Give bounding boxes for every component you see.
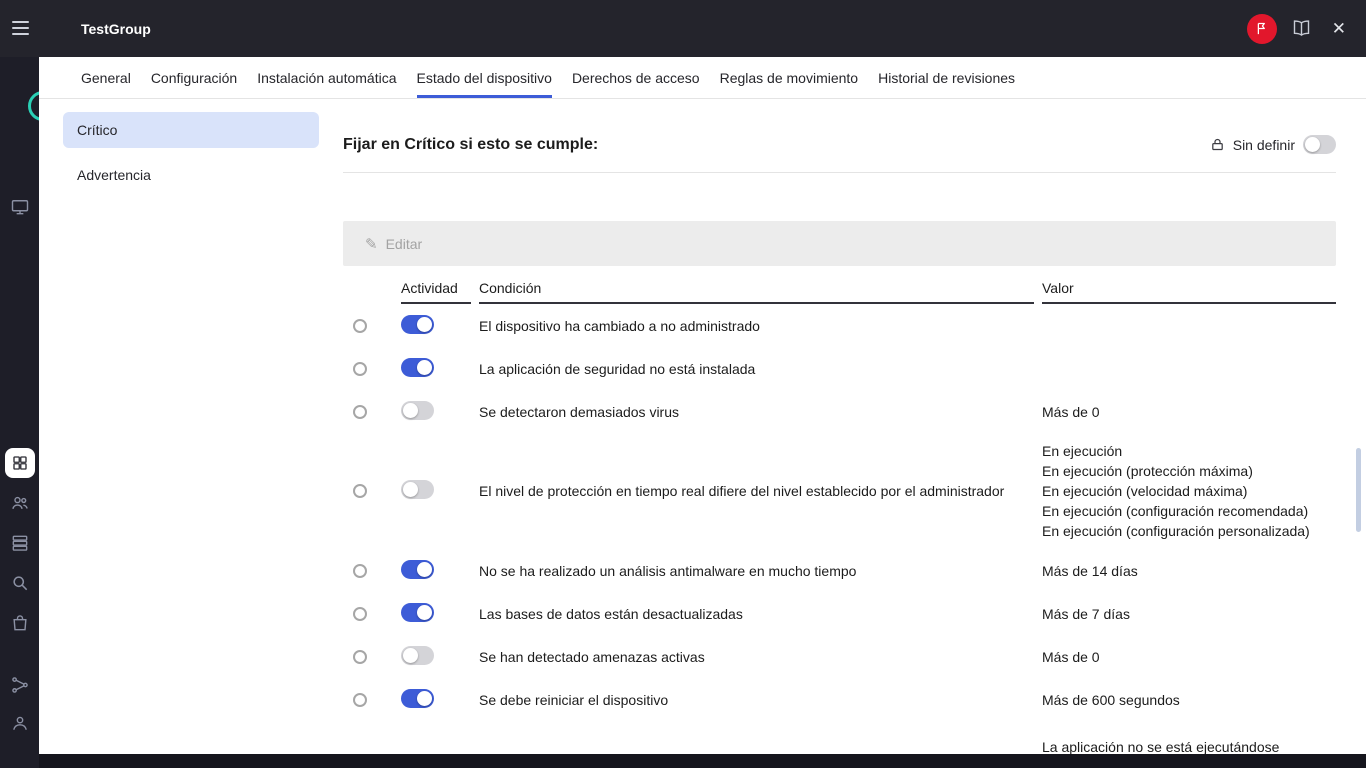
condition-text: La aplicación de seguridad no está insta… (479, 360, 756, 377)
row-radio[interactable] (353, 649, 367, 664)
scrollbar-thumb[interactable] (1356, 448, 1361, 532)
activity-toggle[interactable] (401, 480, 434, 499)
col-activity: Actividad (401, 280, 471, 304)
col-value: Valor (1042, 280, 1336, 304)
activity-toggle[interactable] (401, 400, 434, 420)
table-row: El dispositivo ha cambiado a no administ… (343, 304, 1336, 347)
condition-text: No se ha realizado un análisis antimalwa… (479, 562, 857, 579)
col-condition: Condición (479, 280, 1034, 304)
value-text: La aplicación no se está ejecutándose La… (1042, 739, 1280, 754)
users-icon[interactable] (10, 493, 30, 513)
table-row: El nivel de protección en tiempo real di… (343, 433, 1336, 549)
lock-icon (1210, 137, 1225, 152)
tab-estado-del-dispositivo[interactable]: Estado del dispositivo (416, 57, 552, 98)
row-radio[interactable] (353, 692, 367, 707)
section-heading: Fijar en Crítico si esto se cumple: (343, 135, 599, 153)
tab-historial-de-revisiones[interactable]: Historial de revisiones (878, 57, 1015, 98)
condition-text: Se debe reiniciar el dispositivo (479, 691, 669, 708)
nav-rail (0, 57, 39, 768)
documentation-icon[interactable] (1291, 18, 1312, 39)
table-row: Se detectaron demasiados virus Más de 0 (343, 390, 1336, 433)
table-row: Las bases de datos están desactualizadas… (343, 592, 1336, 635)
value-text: Más de 600 segundos (1042, 691, 1180, 708)
search-icon[interactable] (10, 573, 30, 593)
table-header: Actividad Condición Valor (343, 274, 1336, 304)
kaspersky-logo-icon (28, 91, 39, 121)
row-radio[interactable] (353, 361, 367, 376)
row-radio[interactable] (353, 318, 367, 333)
undefined-label: Sin definir (1232, 136, 1295, 153)
table-row: No se ha realizado un análisis antimalwa… (343, 549, 1336, 592)
table-row: La aplicación de seguridad no está insta… (343, 347, 1336, 390)
pipeline-icon[interactable] (10, 675, 30, 695)
activity-toggle[interactable] (401, 602, 434, 622)
severity-item-advertencia[interactable]: Advertencia (63, 157, 319, 193)
value-text: Más de 0 (1042, 403, 1100, 420)
tab-reglas-de-movimiento[interactable]: Reglas de movimiento (720, 57, 859, 98)
row-radio[interactable] (353, 606, 367, 621)
window-title: TestGroup (81, 20, 151, 37)
devices-icon[interactable] (4, 448, 35, 478)
account-icon[interactable] (10, 713, 30, 733)
value-text (1042, 361, 1336, 377)
monitoring-icon[interactable] (10, 197, 30, 217)
severity-item-crítico[interactable]: Crítico (63, 112, 319, 148)
activity-toggle[interactable] (401, 314, 434, 334)
value-text: En ejecución En ejecución (protección má… (1042, 443, 1310, 539)
row-radio[interactable] (353, 484, 367, 498)
condition-text: Se detectaron demasiados virus (479, 403, 679, 420)
tab-bar: General Configuración Instalación automáti… (39, 57, 1366, 99)
tab-general[interactable]: General (81, 57, 131, 98)
undefined-toggle[interactable] (1303, 135, 1336, 154)
value-text: Más de 14 días (1042, 562, 1138, 579)
condition-text: Las bases de datos están desactualizadas (479, 605, 743, 622)
value-text: Más de 0 (1042, 648, 1100, 665)
activity-toggle[interactable] (401, 688, 434, 708)
edit-icon: ✎ (365, 235, 378, 253)
activity-toggle[interactable] (401, 645, 434, 665)
table-row: Se han detectado amenazas activas Más de … (343, 635, 1336, 678)
close-icon[interactable]: ✕ (1326, 15, 1352, 43)
activity-toggle[interactable] (401, 357, 434, 377)
edit-button[interactable]: ✎ Editar (357, 231, 430, 257)
severity-list: Crítico Advertencia (39, 99, 343, 754)
condition-text: Se han detectado amenazas activas (479, 648, 705, 665)
value-text (1042, 318, 1336, 334)
repositories-icon[interactable] (10, 533, 30, 553)
tab-derechos-de-acceso[interactable]: Derechos de acceso (572, 57, 700, 98)
col-select (343, 298, 393, 304)
tab-configuración[interactable]: Configuración (151, 57, 237, 98)
device-status-section: Fijar en Crítico si esto se cumple: Sin … (343, 99, 1366, 754)
condition-text: El dispositivo ha cambiado a no administ… (479, 317, 760, 334)
tab-instalación-automática[interactable]: Instalación automática (257, 57, 396, 98)
group-properties-dialog: General Configuración Instalación automáti… (39, 57, 1366, 754)
menu-icon[interactable] (12, 21, 29, 39)
table-toolbar: ✎ Editar (343, 221, 1336, 266)
row-radio[interactable] (353, 563, 367, 578)
row-radio[interactable] (353, 404, 367, 419)
window-titlebar: TestGroup ✕ (0, 0, 1366, 57)
condition-text: El nivel de protección en tiempo real di… (479, 483, 1005, 499)
edit-button-label: Editar (385, 235, 423, 252)
news-badge-icon[interactable] (1246, 13, 1277, 44)
conditions-table-body: El dispositivo ha cambiado a no administ… (343, 304, 1336, 754)
table-row: Se debe reiniciar el dispositivo Más de 6… (343, 678, 1336, 721)
marketplace-icon[interactable] (10, 613, 30, 633)
table-row: El estado del dispositivo está definido … (343, 721, 1336, 754)
activity-toggle[interactable] (401, 559, 434, 579)
value-text: Más de 7 días (1042, 605, 1130, 622)
